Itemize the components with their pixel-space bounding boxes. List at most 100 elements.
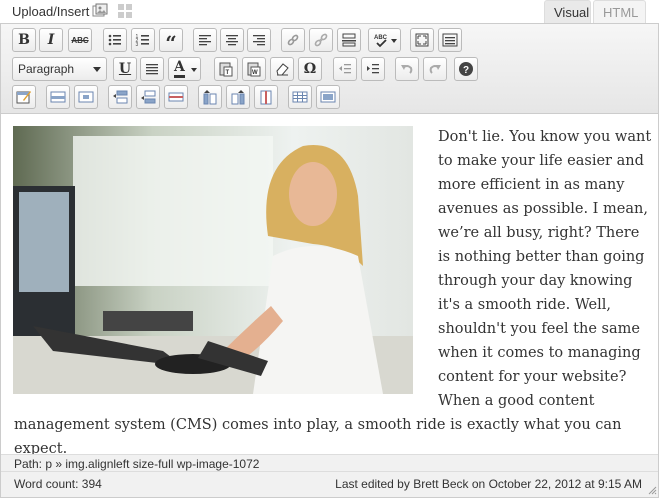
merge-cells-button[interactable]	[316, 85, 340, 109]
para-line-1: Don't lie. You know you want	[438, 129, 652, 145]
editor-content[interactable]: Don't lie. You know you want to make you…	[1, 114, 658, 454]
word-count: Word count: 394	[14, 477, 102, 491]
blockquote-icon: “	[165, 31, 177, 55]
indent-button[interactable]	[361, 57, 385, 81]
editor-top-bar: Upload/Insert Visual HTML	[0, 0, 663, 24]
delete-col-button[interactable]	[254, 85, 278, 109]
redo-button[interactable]	[423, 57, 447, 81]
undo-icon	[401, 65, 413, 74]
editor-toolbar: B I ABC 123 “ ABC Paragraph U A T W Ω ?	[1, 24, 658, 114]
para-line-12: When a good content	[438, 393, 595, 409]
para-line-5: we’re all busy, right? There	[438, 225, 640, 241]
add-media-icon[interactable]	[92, 3, 108, 19]
split-cells-button[interactable]	[288, 85, 312, 109]
help-icon: ?	[459, 62, 473, 76]
bold-icon: B	[18, 32, 30, 48]
col-after-icon	[231, 90, 245, 105]
merge-cells-icon	[320, 91, 336, 103]
para-line-4: avenues as possible. I mean,	[438, 201, 648, 217]
align-left-icon	[199, 35, 211, 46]
paste-word-icon: W	[247, 62, 261, 77]
insert-col-after-button[interactable]	[226, 85, 250, 109]
insert-more-button[interactable]	[337, 28, 361, 52]
remove-format-button[interactable]	[270, 57, 294, 81]
link-icon	[287, 34, 299, 46]
add-gallery-icon[interactable]	[117, 3, 133, 19]
visual-editor: B I ABC 123 “ ABC Paragraph U A T W Ω ? …	[0, 23, 659, 498]
fullscreen-icon	[415, 33, 429, 47]
spellcheck-dropdown-icon[interactable]	[391, 39, 397, 43]
bullet-list-button[interactable]	[103, 28, 127, 52]
insert-table-button[interactable]	[12, 85, 36, 109]
underline-icon: U	[118, 61, 132, 77]
bullet-list-icon	[108, 34, 121, 46]
table-cell-props-button[interactable]	[74, 85, 98, 109]
table-row-props-button[interactable]	[46, 85, 70, 109]
editor-status-bar: Path: p » img.alignleft size-full wp-ima…	[1, 454, 658, 497]
paste-text-button[interactable]: T	[214, 57, 238, 81]
para-line-9: shouldn't you feel the same	[438, 321, 640, 337]
insert-row-before-button[interactable]	[108, 85, 132, 109]
tab-visual[interactable]: Visual	[544, 0, 591, 24]
indent-icon	[367, 64, 379, 74]
table-cell-icon	[78, 91, 94, 103]
text-color-button[interactable]: A	[168, 57, 201, 81]
para-line-8: it's a smooth ride. Well,	[438, 297, 612, 313]
italic-button[interactable]: I	[39, 28, 63, 52]
table-row-icon	[50, 91, 66, 103]
para-line-10: when it comes to managing	[438, 345, 641, 361]
kitchen-sink-icon	[442, 33, 458, 47]
paste-word-button[interactable]: W	[242, 57, 266, 81]
eraser-icon	[276, 63, 289, 76]
omega-icon: Ω	[303, 61, 317, 77]
special-character-button[interactable]: Ω	[298, 57, 322, 81]
kitchen-sink-button[interactable]	[438, 28, 462, 52]
help-button[interactable]: ?	[454, 57, 478, 81]
delete-row-button[interactable]	[164, 85, 188, 109]
element-path[interactable]: Path: p » img.alignleft size-full wp-ima…	[1, 454, 658, 472]
para-line-11: content for your website?	[438, 369, 627, 385]
align-right-button[interactable]	[247, 28, 271, 52]
strikethrough-button[interactable]: ABC	[68, 28, 92, 52]
para-line-14: expect.	[14, 441, 68, 454]
spellcheck-button[interactable]: ABC	[368, 28, 401, 52]
fullscreen-button[interactable]	[410, 28, 434, 52]
tab-html[interactable]: HTML	[593, 0, 646, 24]
insert-col-before-button[interactable]	[198, 85, 222, 109]
numbered-list-button[interactable]: 123	[131, 28, 155, 52]
outdent-icon	[339, 64, 351, 74]
blockquote-button[interactable]: “	[159, 28, 183, 55]
para-line-2: to make your life easier and	[438, 153, 644, 169]
bold-button[interactable]: B	[12, 28, 36, 52]
last-edited: Last edited by Brett Beck on October 22,…	[335, 477, 642, 491]
spellcheck-icon: ABC	[374, 35, 387, 48]
text-color-dropdown-icon[interactable]	[191, 68, 197, 72]
align-center-button[interactable]	[220, 28, 244, 52]
resize-handle-icon[interactable]	[647, 485, 657, 495]
text-color-icon: A	[174, 59, 185, 78]
strikethrough-icon: ABC	[71, 35, 89, 45]
woman-at-computer-image[interactable]	[13, 126, 413, 394]
justify-icon	[146, 64, 158, 75]
chevron-down-icon	[93, 67, 101, 72]
format-select[interactable]: Paragraph	[12, 57, 107, 81]
numbered-list-icon: 123	[136, 34, 149, 48]
para-line-13: management system (CMS) comes into play,…	[14, 417, 622, 433]
svg-text:3: 3	[136, 42, 139, 48]
insert-row-after-button[interactable]	[136, 85, 160, 109]
para-line-3: more efficient in as many	[438, 177, 625, 193]
outdent-button[interactable]	[333, 57, 357, 81]
justify-button[interactable]	[140, 57, 164, 81]
unlink-icon	[314, 33, 328, 47]
align-center-icon	[226, 35, 238, 46]
table-edit-icon	[16, 91, 31, 104]
italic-icon: I	[47, 32, 55, 48]
align-right-icon	[253, 35, 265, 46]
svg-text:W: W	[252, 70, 258, 76]
unlink-button[interactable]	[309, 28, 333, 52]
insert-link-button[interactable]	[281, 28, 305, 52]
undo-button[interactable]	[395, 57, 419, 81]
underline-button[interactable]: U	[113, 57, 137, 81]
align-left-button[interactable]	[193, 28, 217, 52]
delete-row-icon	[168, 92, 184, 102]
